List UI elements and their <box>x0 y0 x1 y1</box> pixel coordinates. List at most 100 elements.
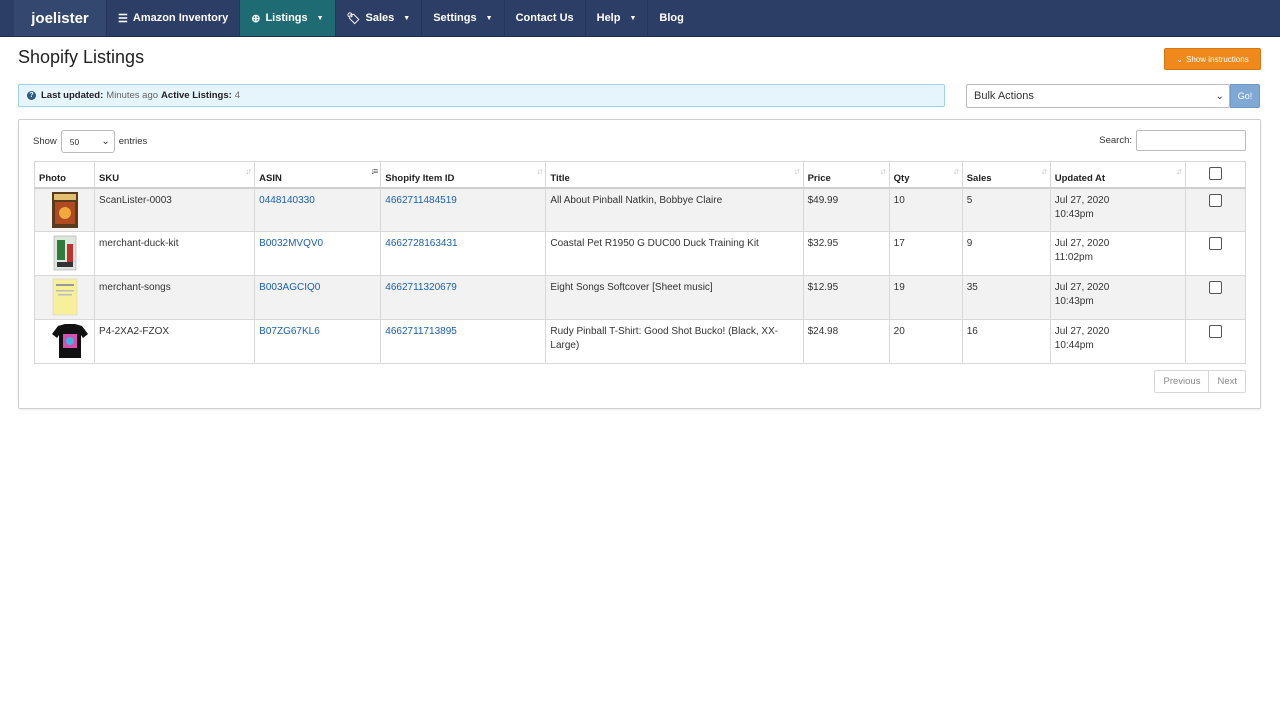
table-row: merchant-songs B003AGCIQ0 4662711320679 Eig… <box>33 275 1247 320</box>
asin-link[interactable]: 0448140330 <box>259 195 315 206</box>
shopify-item-link[interactable]: 4662711484519 <box>385 195 457 206</box>
column-header-title[interactable]: Title ↓↑ <box>545 161 804 189</box>
previous-page-button[interactable]: Previous <box>1155 371 1208 392</box>
column-header-qty[interactable]: Qty ↓↑ <box>888 161 963 189</box>
column-header-sku[interactable]: SKU ↓↑ <box>94 161 256 189</box>
show-instructions-label: Show instructions <box>1186 54 1249 64</box>
caret-down-icon: ▼ <box>316 14 324 22</box>
entries-length-select[interactable]: 50 ⌄ <box>60 130 115 153</box>
row-select-checkbox[interactable] <box>1208 281 1222 294</box>
table-search: Search: <box>1099 130 1246 151</box>
nav-item-contact-us[interactable]: Contact Us <box>503 0 585 36</box>
sort-icon: ↓↑ <box>1175 166 1183 176</box>
column-header-label: Title <box>550 172 570 184</box>
top-navbar: joelister ☰ Amazon Inventory ⊕ Listings ▼ 🏷 Sa… <box>0 0 1280 37</box>
listings-panel: Show 50 ⌄ entries Search: Photo SKU ↓↑ ASIN… <box>18 119 1261 409</box>
shopify-id-cell: 4662728163431 <box>380 231 547 276</box>
nav-item-label: Sales <box>365 12 395 24</box>
brand-logo[interactable]: joelister <box>14 0 106 36</box>
next-page-button[interactable]: Next <box>1208 371 1245 392</box>
updated-date: Jul 27, 2020 <box>1054 194 1110 206</box>
show-instructions-button[interactable]: ⌄ Show instructions <box>1164 48 1261 70</box>
product-thumbnail[interactable] <box>50 191 80 229</box>
column-header-label: Price <box>807 172 831 184</box>
pagination: Previous Next <box>1154 370 1246 393</box>
column-header-asin[interactable]: ASIN ↓≡ <box>254 161 382 189</box>
row-select-checkbox[interactable] <box>1208 325 1222 338</box>
title-cell: Rudy Pinball T-Shirt: Good Shot Bucko! (… <box>545 319 804 364</box>
column-header-label: Qty <box>893 172 910 184</box>
sales-cell: 9 <box>961 231 1051 276</box>
qty-cell: 17 <box>888 231 963 276</box>
nav-item-amazon-inventory[interactable]: ☰ Amazon Inventory <box>106 0 239 36</box>
column-header-updated-at[interactable]: Updated At ↓↑ <box>1049 161 1186 189</box>
column-header-price[interactable]: Price ↓↑ <box>802 161 890 189</box>
chevron-down-icon: ⌄ <box>101 136 110 147</box>
go-button[interactable]: Go! <box>1230 84 1260 108</box>
search-input[interactable] <box>1136 130 1246 151</box>
shopify-item-link[interactable]: 4662728163431 <box>385 238 457 249</box>
caret-down-icon: ▼ <box>403 14 411 22</box>
column-header-label: Shopify Item ID <box>385 172 455 184</box>
photo-cell <box>33 231 96 276</box>
column-header-sales[interactable]: Sales ↓↑ <box>961 161 1051 189</box>
nav-item-label: Blog <box>659 12 684 24</box>
product-thumbnail[interactable] <box>50 234 80 272</box>
updated-time: 10:43pm <box>1054 208 1094 220</box>
row-select-checkbox[interactable] <box>1208 193 1222 207</box>
updated-time: 10:44pm <box>1054 340 1094 351</box>
qty-cell: 20 <box>888 319 963 364</box>
select-cell <box>1184 187 1247 232</box>
product-thumbnail[interactable] <box>50 278 80 316</box>
table-row: merchant-duck-kit B0032MVQV0 4662728163431… <box>33 231 1247 276</box>
column-header-label: ASIN <box>259 172 282 184</box>
chevron-down-icon: ⌄ <box>1215 90 1224 102</box>
caret-down-icon: ▼ <box>629 14 637 22</box>
sort-ascending-icon: ↓≡ <box>370 166 379 176</box>
nav-item-listings[interactable]: ⊕ Listings ▼ <box>239 0 335 36</box>
updated-date: Jul 27, 2020 <box>1054 238 1110 249</box>
qty-cell: 19 <box>888 275 963 320</box>
sort-icon: ↓↑ <box>879 166 887 176</box>
shopify-id-cell: 4662711484519 <box>380 187 547 232</box>
asin-link[interactable]: B07ZG67KL6 <box>259 326 320 337</box>
asin-link[interactable]: B003AGCIQ0 <box>259 282 320 293</box>
shopify-item-link[interactable]: 4662711713895 <box>385 326 457 337</box>
column-header-photo: Photo <box>33 161 96 189</box>
active-listings-value: 4 <box>234 90 241 101</box>
sort-icon: ↓↑ <box>536 166 543 176</box>
question-circle-icon: ? <box>27 91 36 100</box>
active-listings-label: Active Listings: <box>161 90 232 101</box>
shopify-item-link[interactable]: 4662711320679 <box>385 282 457 293</box>
select-all-checkbox[interactable] <box>1208 166 1222 180</box>
sort-icon: ↓↑ <box>793 166 801 176</box>
caret-down-icon: ▼ <box>485 14 493 22</box>
row-select-checkbox[interactable] <box>1208 237 1222 250</box>
nav-item-settings[interactable]: Settings ▼ <box>421 0 503 36</box>
sort-icon: ↓↑ <box>245 166 252 176</box>
sku-cell: P4-2XA2-FZOX <box>94 319 256 364</box>
updated-time: 11:02pm <box>1054 252 1093 263</box>
bulk-actions-select[interactable]: Bulk Actions ⌄ <box>966 84 1230 108</box>
nav-item-help[interactable]: Help ▼ <box>584 0 648 36</box>
price-cell: $12.95 <box>802 275 890 320</box>
title-cell: Eight Songs Softcover [Sheet music] <box>545 275 804 320</box>
column-header-shopify-item-id[interactable]: Shopify Item ID ↓↑ <box>380 161 547 189</box>
shopify-id-cell: 4662711713895 <box>380 319 547 364</box>
nav-item-blog[interactable]: Blog <box>647 0 694 36</box>
asin-cell: 0448140330 <box>254 187 382 232</box>
show-label: Show <box>33 136 57 147</box>
nav-item-label: Settings <box>433 12 477 24</box>
entries-length-control: Show 50 ⌄ entries <box>33 130 147 153</box>
listings-table: Photo SKU ↓↑ ASIN ↓≡ Shopify Item ID ↓↑ Title ↓↑… <box>33 161 1247 364</box>
select-cell <box>1184 275 1247 320</box>
sales-cell: 16 <box>961 319 1051 364</box>
tags-icon: 🏷 <box>346 12 361 25</box>
column-header-label: Sales <box>966 172 992 184</box>
product-thumbnail[interactable] <box>50 322 88 360</box>
price-cell: $24.98 <box>802 319 890 364</box>
asin-link[interactable]: B0032MVQV0 <box>259 238 323 249</box>
nav-item-sales[interactable]: 🏷 Sales ▼ <box>334 0 422 36</box>
select-all-header <box>1184 161 1247 189</box>
sort-icon: ↓↑ <box>1040 166 1048 176</box>
